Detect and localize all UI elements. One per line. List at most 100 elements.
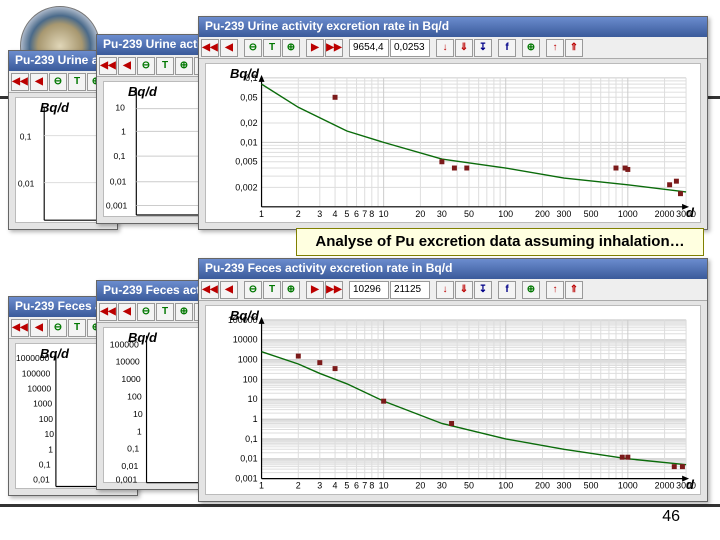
zoomin-icon[interactable]: ⊕ bbox=[282, 39, 300, 57]
zoom-icon[interactable]: ⊕ bbox=[522, 39, 540, 57]
svg-text:1000: 1000 bbox=[618, 209, 638, 219]
svg-text:1000: 1000 bbox=[618, 481, 638, 491]
ffwd-icon[interactable]: ▶▶ bbox=[325, 281, 343, 299]
back-icon[interactable]: ◀ bbox=[220, 281, 238, 299]
rewind-icon[interactable]: ◀◀ bbox=[99, 303, 117, 321]
svg-text:200: 200 bbox=[535, 481, 550, 491]
text-icon[interactable]: T bbox=[156, 57, 174, 75]
down2-icon[interactable]: ⇓ bbox=[455, 39, 473, 57]
svg-text:100: 100 bbox=[127, 392, 142, 402]
down-icon[interactable]: ↓ bbox=[436, 39, 454, 57]
zoomin-icon[interactable]: ⊕ bbox=[175, 57, 193, 75]
zoomout-icon[interactable]: ⊖ bbox=[49, 73, 67, 91]
svg-text:10000: 10000 bbox=[233, 335, 258, 345]
rewind-icon[interactable]: ◀◀ bbox=[11, 73, 29, 91]
svg-text:10: 10 bbox=[115, 103, 125, 113]
down2-icon[interactable]: ⇓ bbox=[455, 281, 473, 299]
titlebar: Pu-239 Urine activity excretion rate in … bbox=[199, 17, 707, 37]
rewind-icon[interactable]: ◀◀ bbox=[201, 281, 219, 299]
svg-text:0,1: 0,1 bbox=[39, 460, 51, 470]
rewind-icon[interactable]: ◀◀ bbox=[201, 39, 219, 57]
svg-text:3: 3 bbox=[317, 209, 322, 219]
fwd-icon[interactable]: ▶ bbox=[306, 281, 324, 299]
svg-text:100: 100 bbox=[39, 414, 54, 424]
back-icon[interactable]: ◀ bbox=[30, 319, 48, 337]
back-icon[interactable]: ◀ bbox=[220, 39, 238, 57]
text-icon[interactable]: T bbox=[68, 319, 86, 337]
text-icon[interactable]: T bbox=[68, 73, 86, 91]
upup-icon[interactable]: ⇑ bbox=[565, 39, 583, 57]
svg-text:1: 1 bbox=[121, 126, 126, 136]
zoomout-icon[interactable]: ⊖ bbox=[137, 303, 155, 321]
down-icon[interactable]: ↓ bbox=[436, 281, 454, 299]
svg-text:4: 4 bbox=[333, 209, 338, 219]
rule-bottom bbox=[0, 504, 720, 507]
svg-text:50: 50 bbox=[464, 209, 474, 219]
svg-text:300: 300 bbox=[557, 481, 572, 491]
upup-icon[interactable]: ⇑ bbox=[565, 281, 583, 299]
svg-text:0,01: 0,01 bbox=[240, 137, 257, 147]
svg-text:3000: 3000 bbox=[676, 209, 696, 219]
back-icon[interactable]: ◀ bbox=[118, 57, 136, 75]
svg-text:2000: 2000 bbox=[655, 481, 675, 491]
svg-text:30: 30 bbox=[437, 481, 447, 491]
ffwd-icon[interactable]: ▶▶ bbox=[325, 39, 343, 57]
barup-icon[interactable]: ↧ bbox=[474, 281, 492, 299]
svg-text:0,005: 0,005 bbox=[235, 157, 257, 167]
svg-text:1000000: 1000000 bbox=[16, 353, 50, 363]
svg-text:1: 1 bbox=[259, 209, 264, 219]
back-icon[interactable]: ◀ bbox=[30, 73, 48, 91]
fit-icon[interactable]: f bbox=[498, 39, 516, 57]
zoomout-icon[interactable]: ⊖ bbox=[49, 319, 67, 337]
svg-text:7: 7 bbox=[362, 209, 367, 219]
svg-text:3000: 3000 bbox=[676, 481, 696, 491]
zoomout-icon[interactable]: ⊖ bbox=[137, 57, 155, 75]
svg-text:0,1: 0,1 bbox=[114, 151, 126, 161]
rewind-icon[interactable]: ◀◀ bbox=[99, 57, 117, 75]
up-icon[interactable]: ↑ bbox=[546, 281, 564, 299]
svg-text:0,002: 0,002 bbox=[235, 182, 257, 192]
svg-text:100000: 100000 bbox=[22, 368, 51, 378]
rewind-icon[interactable]: ◀◀ bbox=[11, 319, 29, 337]
text-icon[interactable]: T bbox=[156, 303, 174, 321]
back-icon[interactable]: ◀ bbox=[118, 303, 136, 321]
svg-text:300: 300 bbox=[557, 209, 572, 219]
svg-text:2: 2 bbox=[296, 209, 301, 219]
svg-text:20: 20 bbox=[415, 209, 425, 219]
zoomin-icon[interactable]: ⊕ bbox=[175, 303, 193, 321]
svg-text:8: 8 bbox=[369, 481, 374, 491]
svg-text:1: 1 bbox=[137, 426, 142, 436]
text-icon[interactable]: T bbox=[263, 39, 281, 57]
up-icon[interactable]: ↑ bbox=[546, 39, 564, 57]
text-icon[interactable]: T bbox=[263, 281, 281, 299]
svg-text:10: 10 bbox=[248, 394, 258, 404]
svg-text:1: 1 bbox=[259, 481, 264, 491]
zoomin-icon[interactable]: ⊕ bbox=[282, 281, 300, 299]
svg-text:0,001: 0,001 bbox=[106, 200, 128, 210]
zoomout-icon[interactable]: ⊖ bbox=[244, 39, 262, 57]
svg-text:1: 1 bbox=[253, 414, 258, 424]
plot-area-urine: Bq/d d 0,0020,0050,010,020,050,112345678… bbox=[205, 63, 701, 223]
svg-text:0,02: 0,02 bbox=[240, 118, 257, 128]
svg-text:0,1: 0,1 bbox=[245, 73, 257, 83]
svg-text:0,001: 0,001 bbox=[235, 474, 257, 484]
svg-text:6: 6 bbox=[354, 209, 359, 219]
svg-text:1000: 1000 bbox=[238, 355, 258, 365]
svg-text:0,01: 0,01 bbox=[110, 177, 127, 187]
svg-text:500: 500 bbox=[584, 209, 599, 219]
fwd-icon[interactable]: ▶ bbox=[306, 39, 324, 57]
fit-icon[interactable]: f bbox=[498, 281, 516, 299]
svg-text:10: 10 bbox=[133, 409, 143, 419]
svg-text:2000: 2000 bbox=[655, 209, 675, 219]
svg-text:0,001: 0,001 bbox=[116, 475, 138, 485]
svg-text:500: 500 bbox=[584, 481, 599, 491]
zoom-icon[interactable]: ⊕ bbox=[522, 281, 540, 299]
svg-text:1000: 1000 bbox=[121, 374, 140, 384]
svg-text:6: 6 bbox=[354, 481, 359, 491]
value-1: 10296 bbox=[349, 281, 389, 299]
zoomout-icon[interactable]: ⊖ bbox=[244, 281, 262, 299]
barup-icon[interactable]: ↧ bbox=[474, 39, 492, 57]
svg-text:0,05: 0,05 bbox=[240, 92, 257, 102]
svg-text:10: 10 bbox=[379, 209, 389, 219]
svg-text:0,1: 0,1 bbox=[20, 131, 32, 141]
